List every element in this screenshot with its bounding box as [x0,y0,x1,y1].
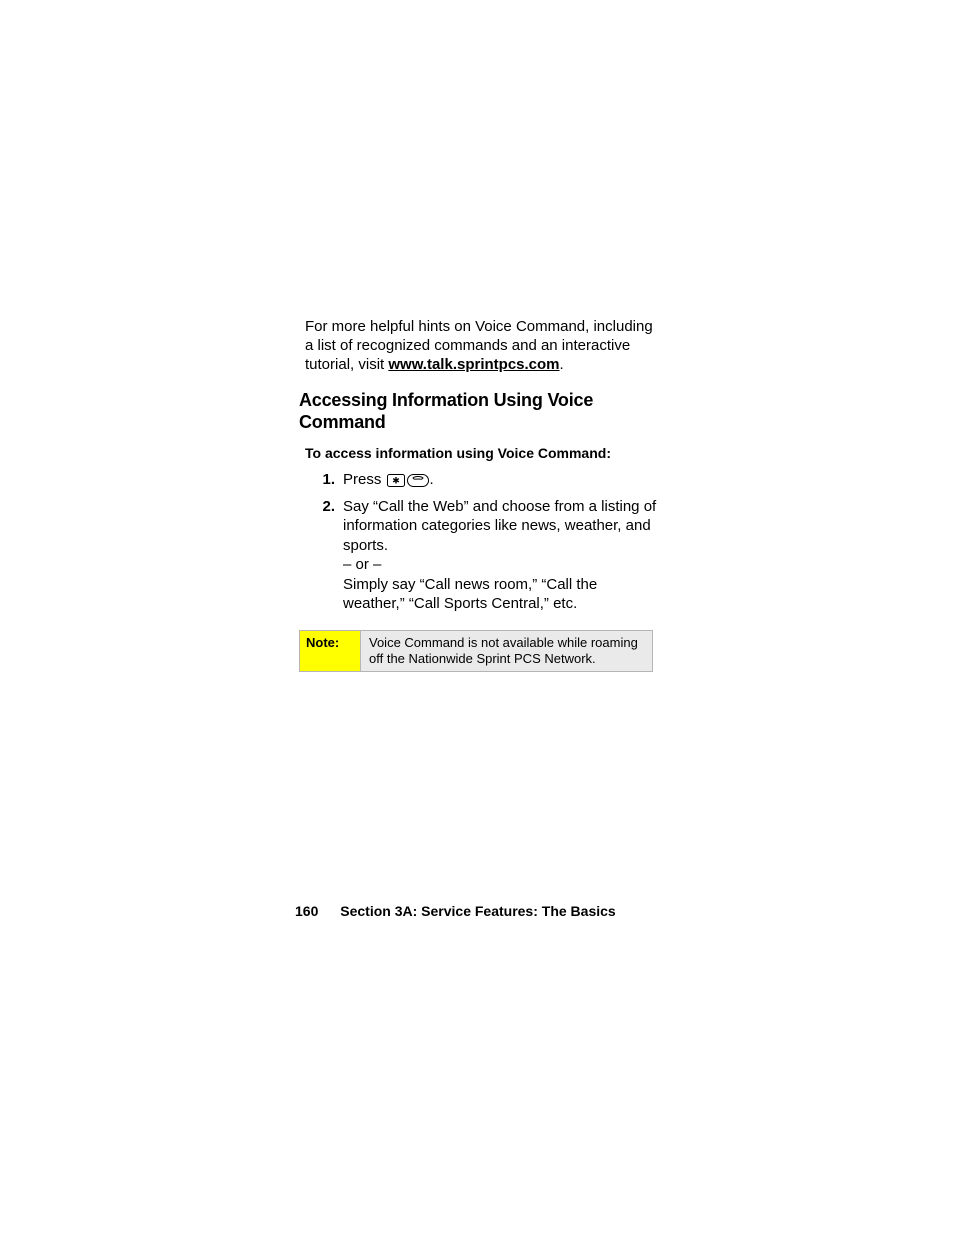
note-label: Note: [300,631,361,672]
section-label: Section 3A: Service Features: The Basics [340,903,615,919]
step-2: 2. Say “Call the Web” and choose from a … [315,497,657,614]
sub-heading: To access information using Voice Comman… [305,445,657,462]
step-text-a: Say “Call the Web” and choose from a lis… [343,497,657,556]
intro-after: . [560,356,564,373]
section-heading: Accessing Information Using Voice Comman… [299,390,657,433]
talk-key-icon [407,473,429,493]
intro-paragraph: For more helpful hints on Voice Command,… [305,318,657,374]
step-prefix: Press [343,471,386,488]
step-1: 1. Press ✱. [315,470,657,493]
svg-text:✱: ✱ [392,476,400,486]
step-body: Press ✱. [343,470,657,493]
step-or: – or – [343,555,657,575]
steps-list: 1. Press ✱. 2. Say “Call the Web” and ch… [305,470,657,614]
note-text: Voice Command is not available while roa… [361,631,652,672]
step-text-b: Simply say “Call news room,” “Call the w… [343,575,657,614]
step-suffix: . [430,471,434,488]
step-number: 1. [315,470,343,493]
page-number: 160 [295,903,318,919]
step-number: 2. [315,497,343,614]
note-box: Note: Voice Command is not available whi… [299,630,653,673]
step-body: Say “Call the Web” and choose from a lis… [343,497,657,614]
page-footer: 160 Section 3A: Service Features: The Ba… [295,903,616,919]
content-block: For more helpful hints on Voice Command,… [305,318,657,672]
star-key-icon: ✱ [387,473,405,493]
intro-link[interactable]: www.talk.sprintpcs.com [388,356,559,373]
page: For more helpful hints on Voice Command,… [0,0,954,1235]
